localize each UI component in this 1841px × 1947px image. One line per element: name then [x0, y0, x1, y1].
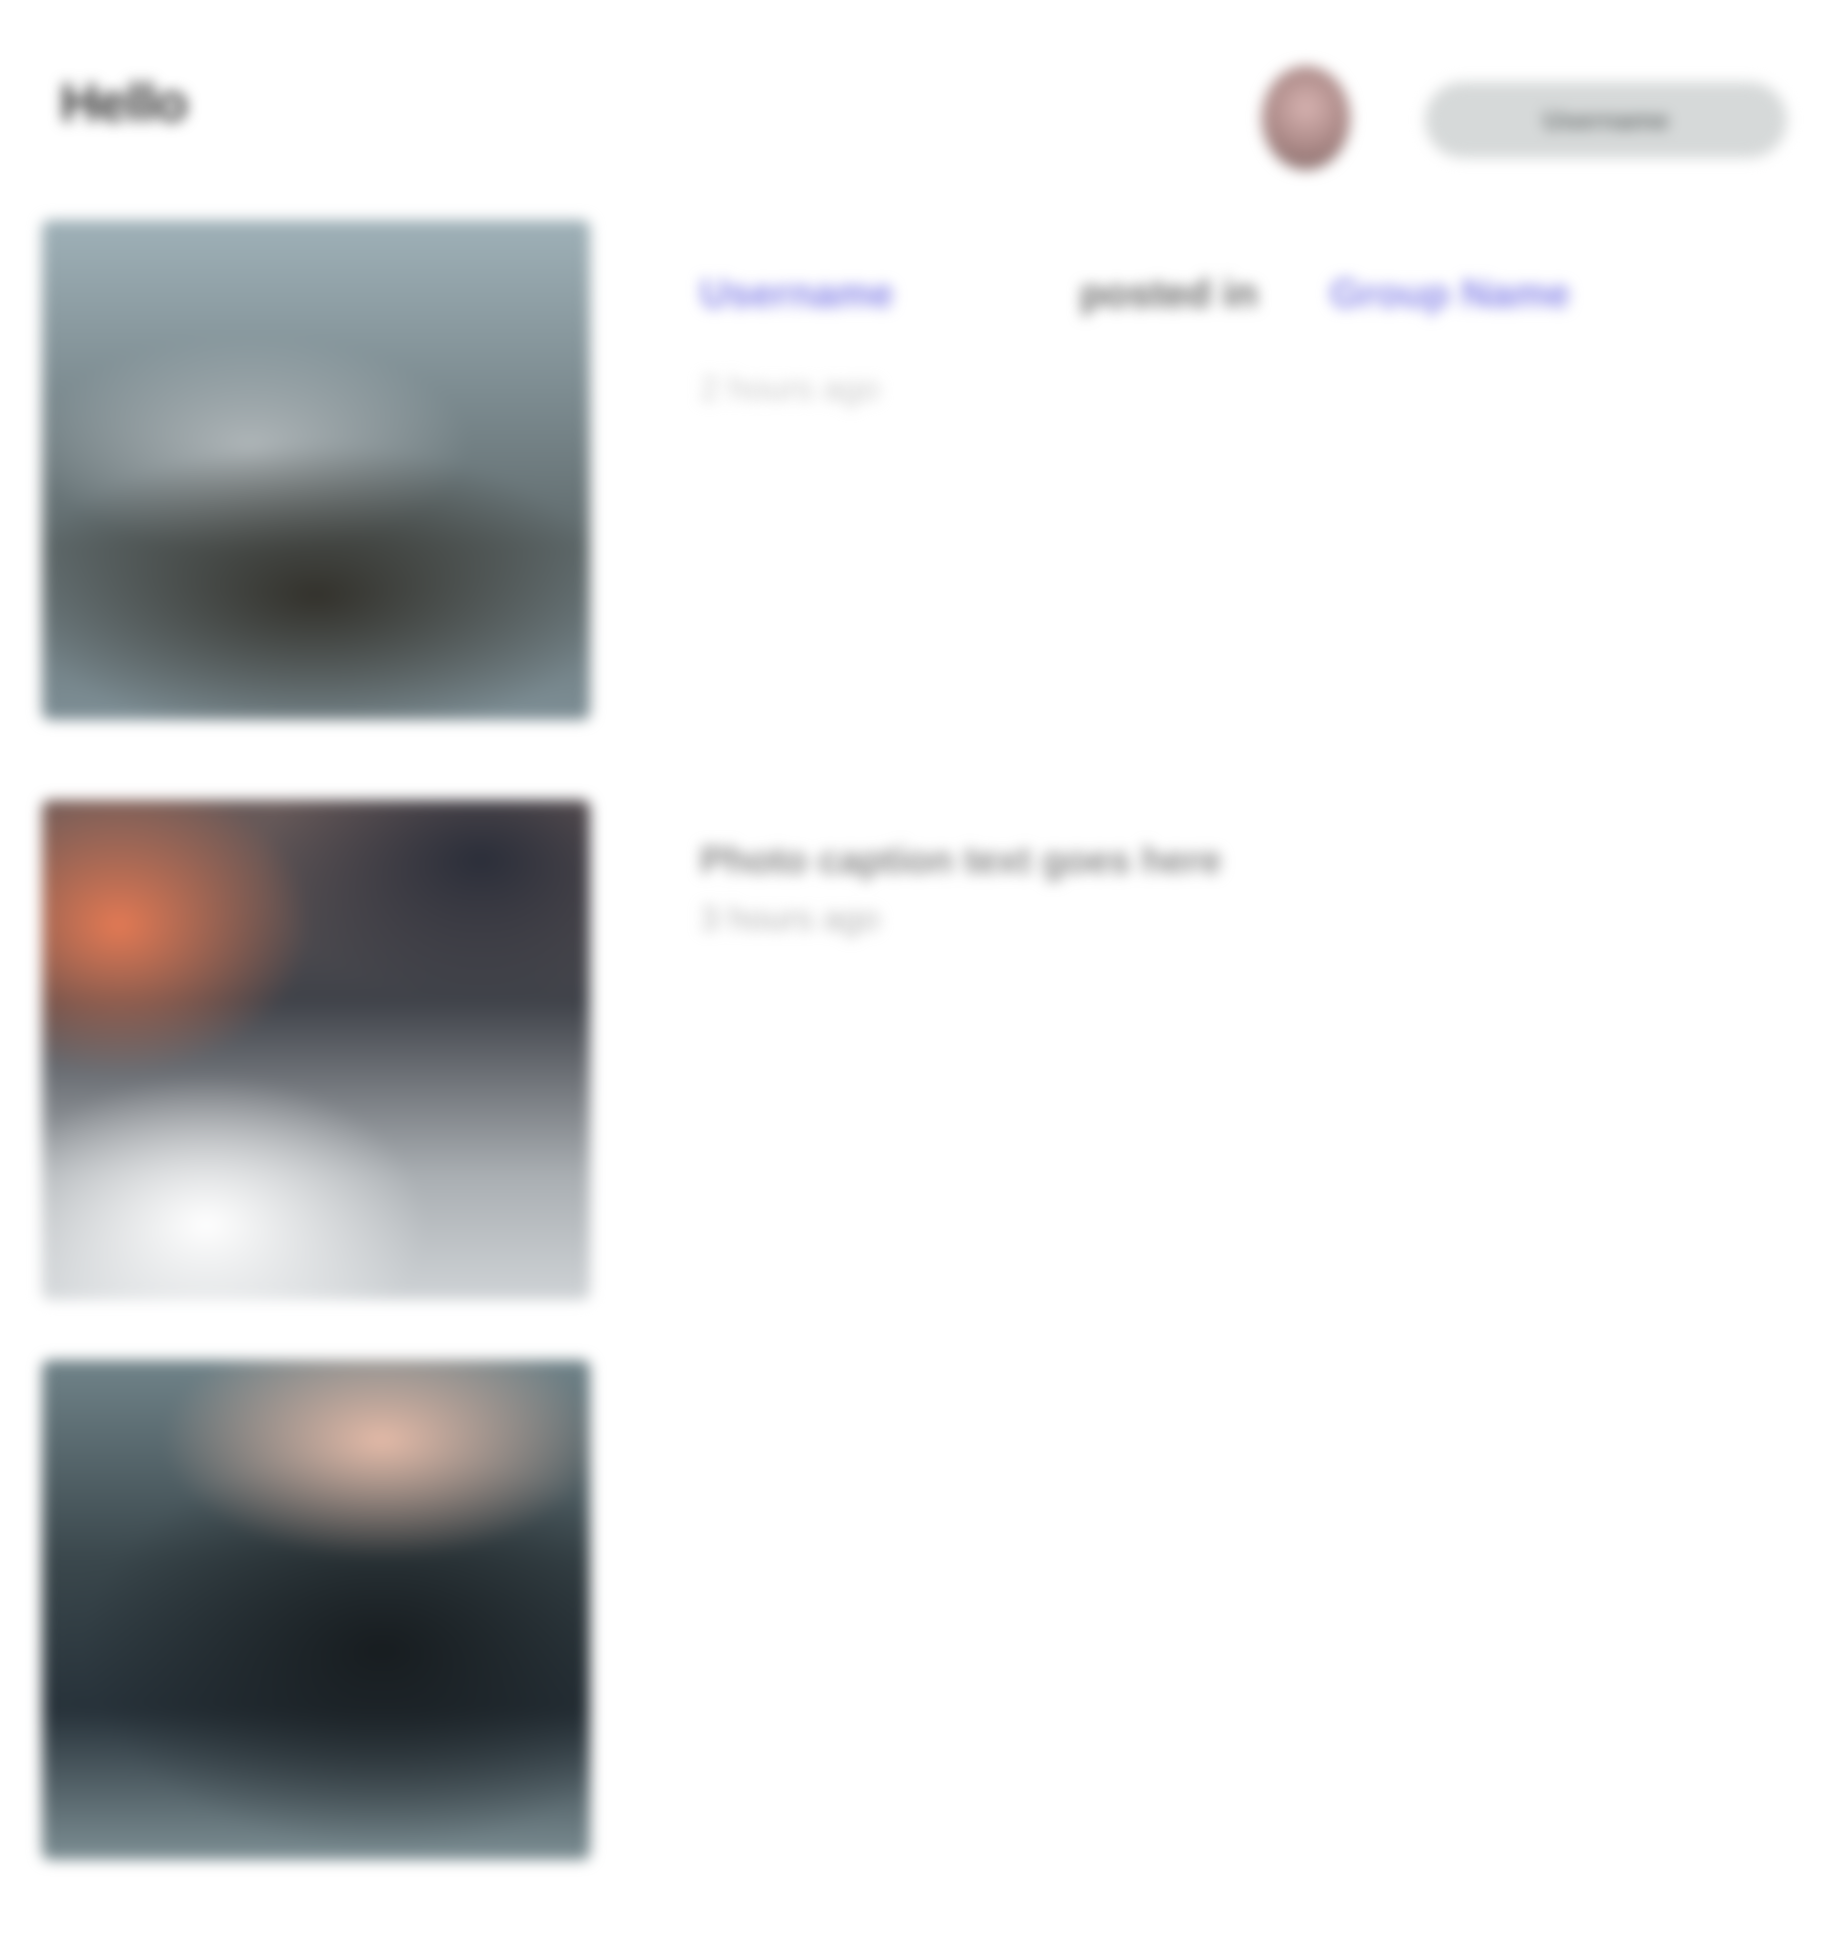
- post-caption: Photo caption text goes here: [700, 840, 1222, 882]
- user-avatar[interactable]: [1262, 66, 1350, 170]
- feed-item[interactable]: [0, 1360, 1841, 1900]
- post-author-link[interactable]: Username: [700, 270, 893, 318]
- user-menu-button[interactable]: Username: [1425, 82, 1787, 158]
- brand-logo[interactable]: Hello: [60, 72, 188, 134]
- post-image[interactable]: [42, 1360, 590, 1860]
- post-timestamp: 2 hours ago: [700, 370, 880, 408]
- post-image[interactable]: [42, 800, 590, 1300]
- feed-item[interactable]: Photo caption text goes here 3 hours ago: [0, 800, 1841, 1340]
- post-timestamp: 3 hours ago: [700, 900, 880, 938]
- app-header: Hello Username: [0, 0, 1841, 180]
- page: Hello Username Username posted in Group …: [0, 0, 1841, 1947]
- post-image[interactable]: [42, 220, 590, 720]
- post-action-text: posted in: [1080, 272, 1258, 316]
- post-group-link[interactable]: Group Name: [1330, 270, 1570, 318]
- feed-item[interactable]: Username posted in Group Name 2 hours ag…: [0, 220, 1841, 760]
